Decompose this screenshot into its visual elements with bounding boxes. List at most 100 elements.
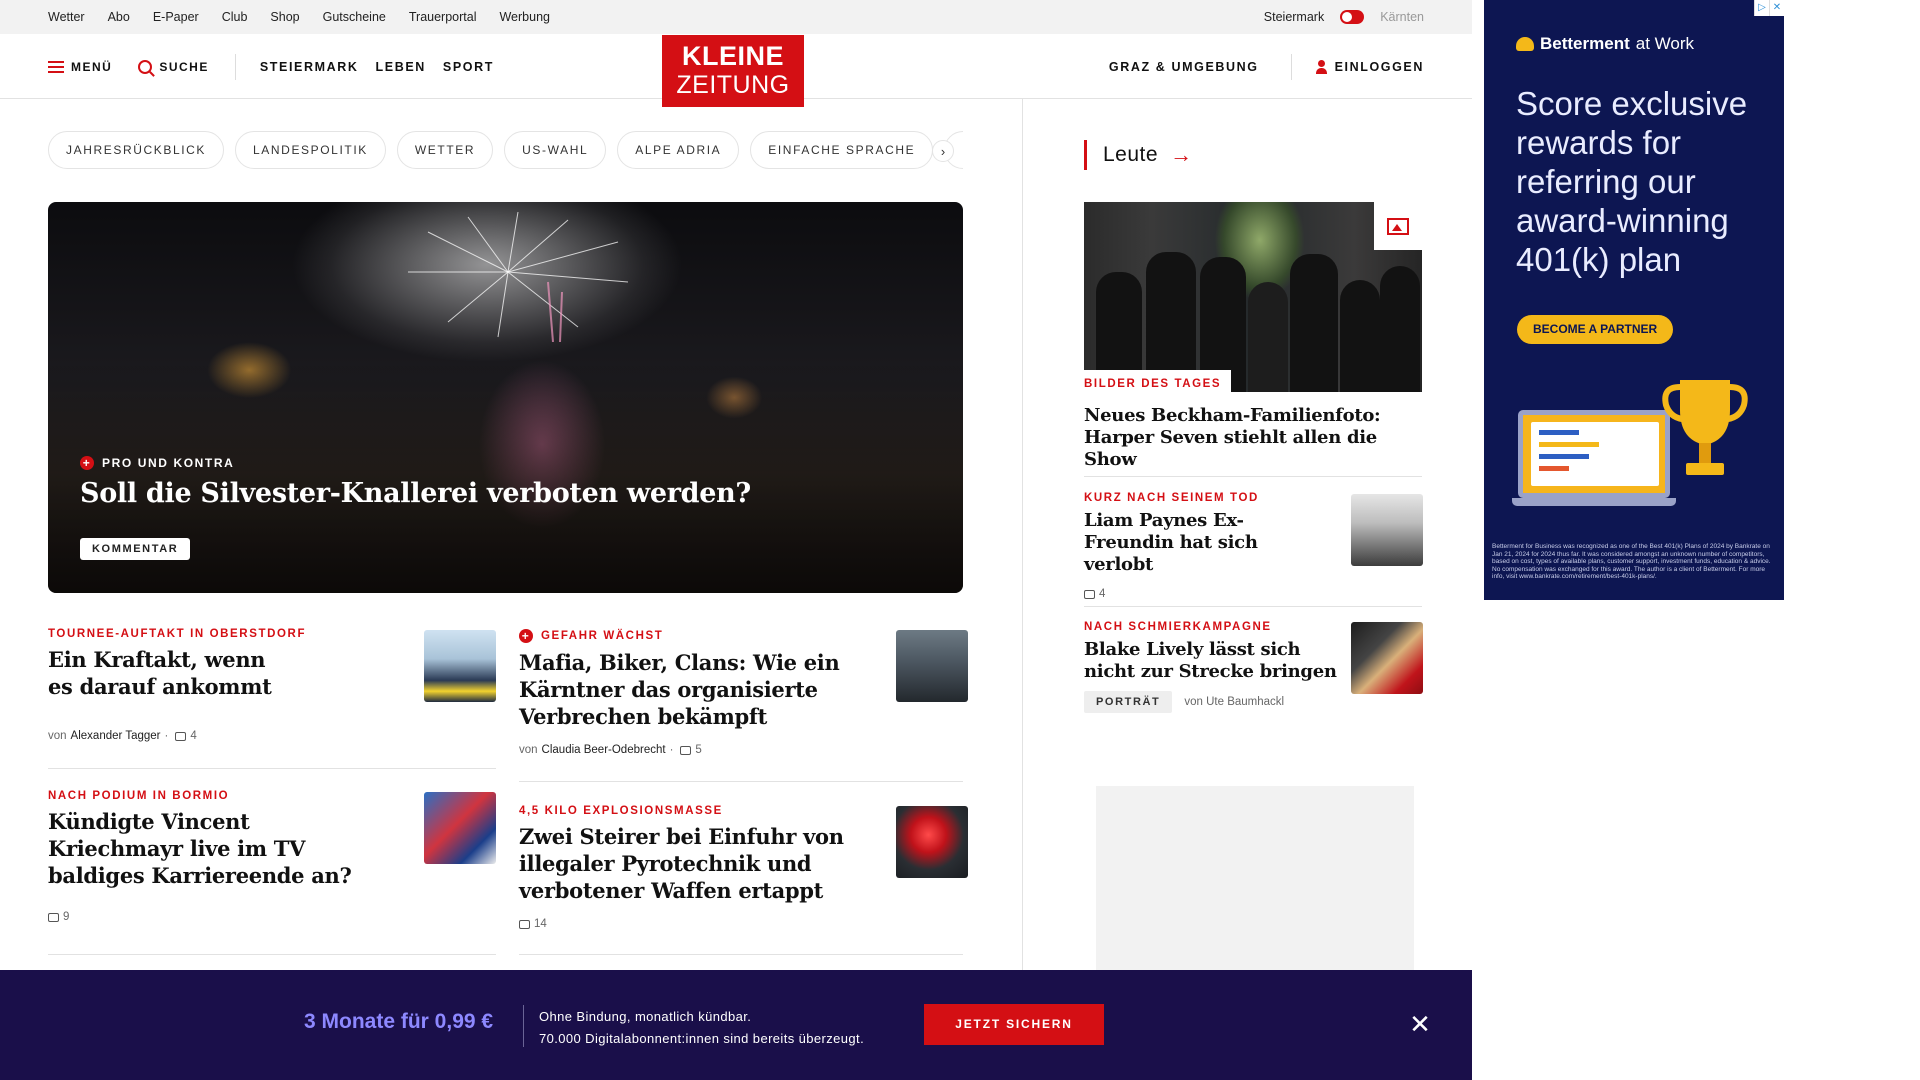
section-header-leute[interactable]: Leute → bbox=[1084, 140, 1193, 170]
article-meta: von Claudia Beer-Odebrecht · 5 bbox=[519, 744, 889, 756]
side-kicker: NACH SCHMIERKAMPAGNE bbox=[1084, 621, 1272, 633]
article-title-line: baldiges Karriereende an? bbox=[48, 863, 352, 888]
article-teaser-4[interactable]: 4,5 KILO EXPLOSIONSMASSE Zwei Steirer be… bbox=[519, 805, 889, 930]
hero-teaser[interactable]: + PRO UND KONTRA Soll die Silvester-Knal… bbox=[48, 202, 963, 593]
region-kaernten[interactable]: Kärnten bbox=[1380, 10, 1424, 24]
util-link-abo[interactable]: Abo bbox=[108, 10, 130, 24]
ad-choices[interactable]: ▷ ✕ bbox=[1754, 0, 1784, 16]
comment-icon bbox=[48, 912, 59, 922]
tag-wetter[interactable]: WETTER bbox=[396, 131, 494, 169]
article-title[interactable]: Kündigte Vincent Kriechmayr live im TV b… bbox=[48, 808, 378, 889]
region-steiermark[interactable]: Steiermark bbox=[1264, 10, 1324, 24]
portrait-badge: PORTRÄT bbox=[1084, 691, 1173, 713]
tag-einfache-sprache[interactable]: EINFACHE SPRACHE bbox=[750, 131, 934, 169]
comment-count[interactable]: 5 bbox=[695, 744, 701, 756]
login-label: EINLOGGEN bbox=[1334, 59, 1424, 74]
article-teaser-1[interactable]: TOURNEE-AUFTAKT IN OBERSTDORF Ein Krafta… bbox=[48, 628, 348, 742]
trophy-icon bbox=[1662, 380, 1748, 475]
tag-alpe-adria[interactable]: ALPE ADRIA bbox=[617, 131, 740, 169]
article-teaser-3[interactable]: NACH PODIUM IN BORMIO Kündigte Vincent K… bbox=[48, 790, 378, 923]
meta-dot: · bbox=[164, 730, 169, 742]
article-meta: 4 bbox=[1084, 588, 1324, 600]
tag-us-wahl[interactable]: US-WAHL bbox=[504, 131, 607, 169]
util-link-shop[interactable]: Shop bbox=[270, 10, 299, 24]
thumb-liam-payne[interactable] bbox=[1351, 494, 1423, 566]
region-toggle[interactable] bbox=[1340, 10, 1365, 24]
site-column: Wetter Abo E-Paper Club Shop Gutscheine … bbox=[0, 0, 1472, 1080]
nav-leben[interactable]: LEBEN bbox=[376, 60, 426, 74]
side-article-title[interactable]: Liam Paynes Ex- Freundin hat sich verlob… bbox=[1084, 510, 1324, 576]
betterment-ad[interactable]: ▷ ✕ Betterment at Work Score exclusive r… bbox=[1484, 0, 1784, 600]
tag-landespolitik[interactable]: LANDESPOLITIK bbox=[235, 131, 386, 169]
adchoices-icon[interactable]: ▷ bbox=[1754, 0, 1769, 16]
beckham-family-image[interactable] bbox=[1084, 202, 1422, 392]
nav-graz-umgebung[interactable]: GRAZ & UMGEBUNG bbox=[1109, 60, 1259, 74]
thumb-skier[interactable] bbox=[424, 792, 496, 864]
comment-icon bbox=[680, 745, 692, 755]
util-link-gutscheine[interactable]: Gutscheine bbox=[323, 10, 386, 24]
search-button[interactable]: SUCHE bbox=[138, 59, 209, 74]
article-title[interactable]: Mafia, Biker, Clans: Wie ein Kärntner da… bbox=[519, 649, 889, 730]
logo-line-2: ZEITUNG bbox=[676, 71, 790, 99]
side-teaser-blake[interactable]: NACH SCHMIERKAMPAGNE Blake Lively lässt … bbox=[1084, 621, 1384, 713]
nav-steiermark[interactable]: STEIERMARK bbox=[260, 60, 359, 74]
comment-count[interactable]: 14 bbox=[534, 918, 547, 930]
util-link-epaper[interactable]: E-Paper bbox=[153, 10, 199, 24]
comment-count[interactable]: 4 bbox=[1099, 588, 1105, 600]
ad-legal-text: Betterment for Business was recognized a… bbox=[1492, 543, 1771, 580]
betterment-logo-icon bbox=[1516, 37, 1534, 51]
kleine-zeitung-logo[interactable]: KLEINE ZEITUNG bbox=[662, 35, 804, 107]
search-icon bbox=[138, 59, 153, 74]
article-kicker: TOURNEE-AUFTAKT IN OBERSTDORF bbox=[48, 628, 307, 640]
article-teaser-2[interactable]: + GEFAHR WÄCHST Mafia, Biker, Clans: Wie… bbox=[519, 629, 889, 756]
side-article-title[interactable]: Blake Lively lässt sich nicht zur Streck… bbox=[1084, 639, 1384, 683]
thumb-blake-lively[interactable] bbox=[1351, 622, 1423, 694]
article-title[interactable]: Ein Kraftakt, wenn es darauf ankommt bbox=[48, 646, 348, 700]
article-title[interactable]: Zwei Steirer bei Einfuhr von illegaler P… bbox=[519, 823, 889, 904]
tag-jahresrueckblick[interactable]: JAHRESRÜCKBLICK bbox=[48, 131, 225, 169]
thumb-ski-jumpers[interactable] bbox=[424, 630, 496, 702]
author-name[interactable]: Claudia Beer-Odebrecht bbox=[542, 744, 666, 756]
ad-brand-name: Betterment bbox=[1540, 34, 1630, 53]
thumb-bikers[interactable] bbox=[896, 630, 968, 702]
close-icon[interactable]: ✕ bbox=[1408, 1011, 1432, 1037]
article-title-line: Ein Kraftakt, wenn bbox=[48, 647, 266, 672]
byline: von Ute Baumhackl bbox=[1184, 696, 1285, 708]
hero-title[interactable]: Soll die Silvester-Knallerei verboten we… bbox=[80, 478, 751, 509]
tags-next-button[interactable]: › bbox=[932, 140, 954, 162]
article-meta: 9 bbox=[48, 911, 378, 923]
side-title-line: Liam Paynes Ex- bbox=[1084, 510, 1244, 531]
comment-icon bbox=[175, 731, 187, 741]
thumb-police-light[interactable] bbox=[896, 806, 968, 878]
comment-icon bbox=[519, 919, 530, 929]
subscribe-button[interactable]: JETZT SICHERN bbox=[924, 1004, 1104, 1045]
comment-count[interactable]: 9 bbox=[63, 911, 69, 923]
sub-divider bbox=[523, 1005, 524, 1047]
utility-links: Wetter Abo E-Paper Club Shop Gutscheine … bbox=[48, 0, 573, 34]
laptop-base bbox=[1512, 498, 1676, 506]
menu-button[interactable]: MENÜ bbox=[48, 60, 112, 74]
util-link-trauerportal[interactable]: Trauerportal bbox=[409, 10, 477, 24]
util-link-club[interactable]: Club bbox=[222, 10, 248, 24]
ad-close-icon[interactable]: ✕ bbox=[1769, 0, 1784, 16]
article-kicker: NACH PODIUM IN BORMIO bbox=[48, 790, 230, 802]
hero-kicker-text: PRO UND KONTRA bbox=[102, 456, 235, 470]
article-title-line: illegaler Pyrotechnik und bbox=[519, 851, 812, 876]
laptop-illustration bbox=[1518, 410, 1670, 498]
author-name[interactable]: Alexander Tagger bbox=[71, 730, 161, 742]
article-title-line: Kriechmayr live im TV bbox=[48, 836, 306, 861]
comment-count[interactable]: 4 bbox=[190, 730, 196, 742]
login-button[interactable]: EINLOGGEN bbox=[1315, 59, 1424, 74]
plus-icon: + bbox=[80, 456, 94, 470]
nav-sport[interactable]: SPORT bbox=[443, 60, 494, 74]
divider bbox=[48, 768, 496, 769]
side-article-title[interactable]: Neues Beckham-Familienfoto: Harper Seven… bbox=[1084, 405, 1429, 471]
side-teaser-liam[interactable]: KURZ NACH SEINEM TOD Liam Paynes Ex- Fre… bbox=[1084, 492, 1324, 600]
ad-cta-button[interactable]: BECOME A PARTNER bbox=[1517, 315, 1674, 344]
hero-badge: KOMMENTAR bbox=[80, 538, 191, 560]
util-link-wetter[interactable]: Wetter bbox=[48, 10, 85, 24]
side-title-line: Harper Seven stiehlt allen die Show bbox=[1084, 427, 1377, 470]
util-link-werbung[interactable]: Werbung bbox=[499, 10, 550, 24]
header-divider-right bbox=[1290, 53, 1292, 80]
article-title-line: verbotener Waffen ertappt bbox=[519, 878, 824, 903]
